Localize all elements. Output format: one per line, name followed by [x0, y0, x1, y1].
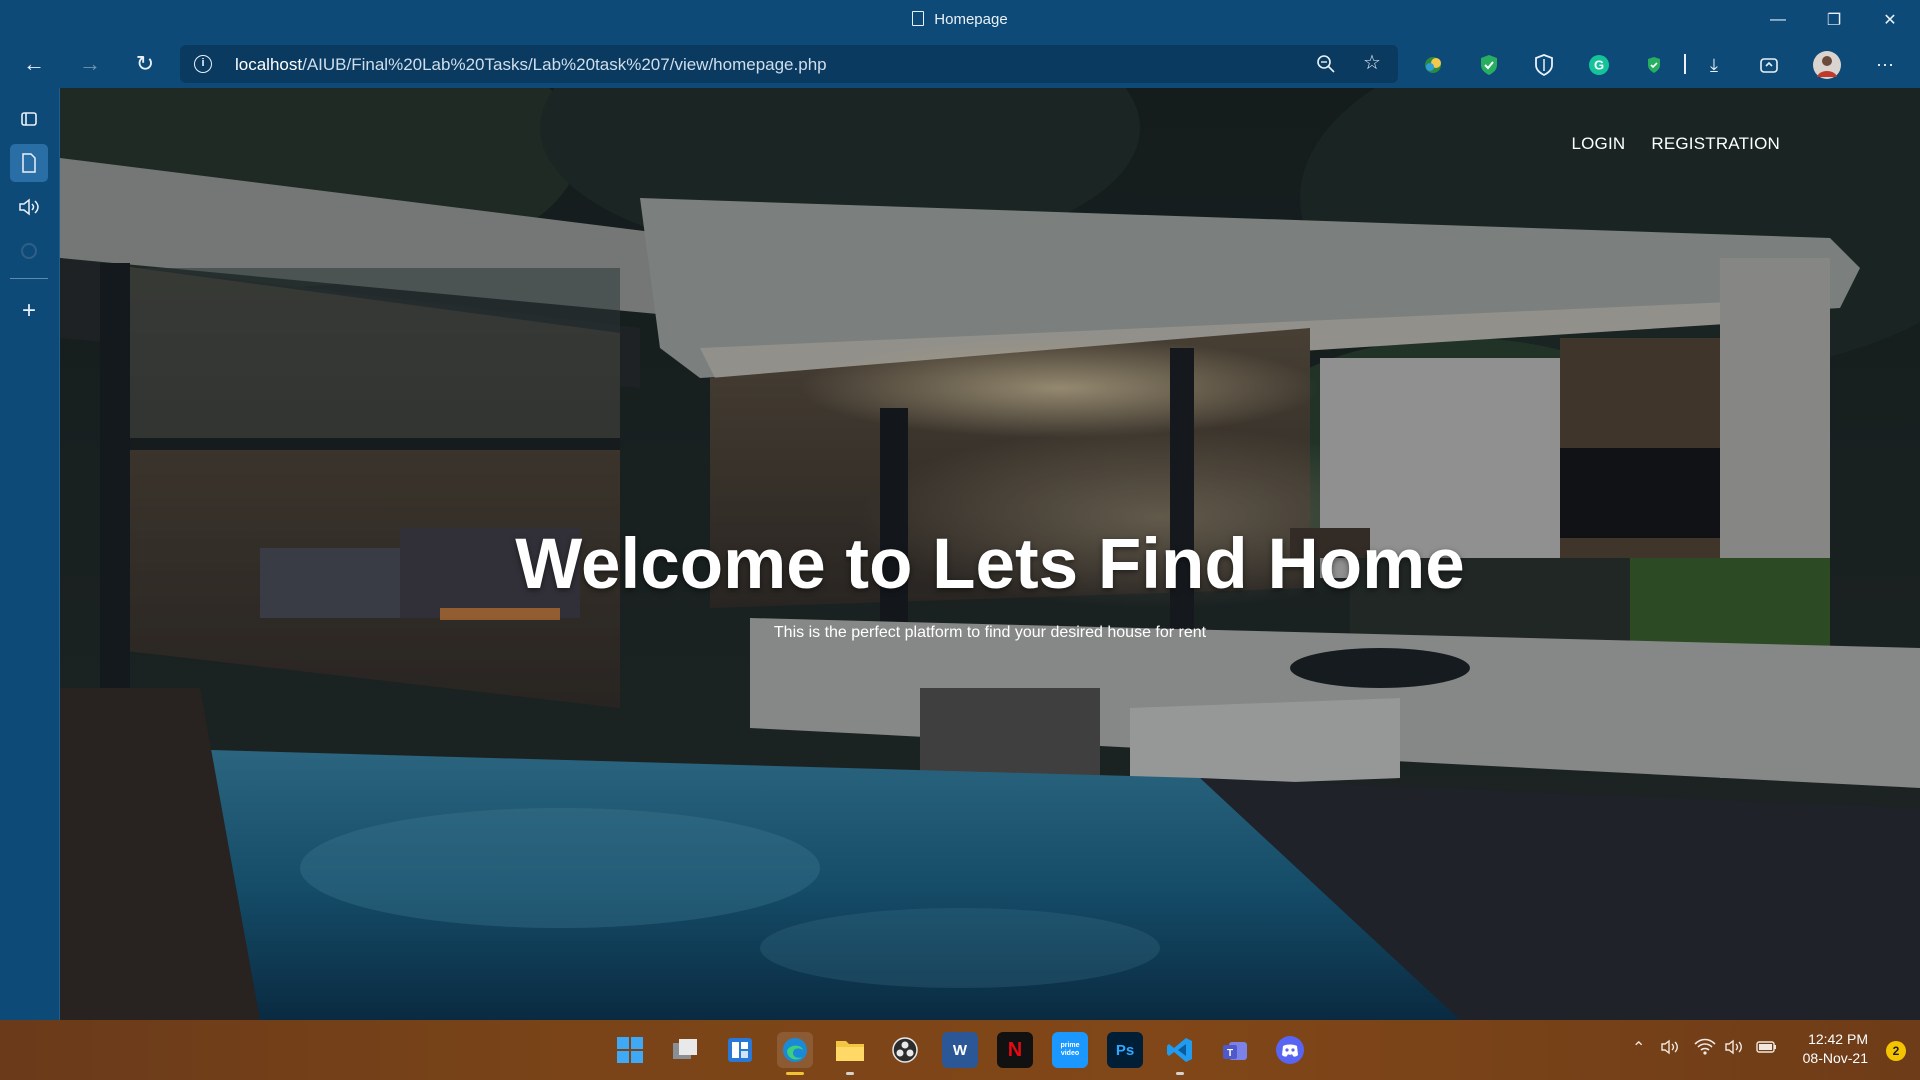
widgets-icon[interactable] [722, 1032, 758, 1068]
svg-text:G: G [1594, 58, 1604, 73]
restore-icon[interactable]: ❐ [1814, 4, 1854, 36]
performance-icon[interactable] [1756, 52, 1782, 78]
circle-icon[interactable] [10, 232, 48, 270]
downloads-icon[interactable]: ⤓ [1701, 52, 1727, 78]
add-icon[interactable]: + [10, 292, 48, 330]
word-icon[interactable]: W [942, 1032, 978, 1068]
toolbar-divider [1684, 54, 1686, 74]
extension-icon[interactable] [1420, 52, 1446, 78]
clock-time: 12:42 PM [1808, 1031, 1868, 1047]
refresh-icon[interactable]: ↻ [127, 48, 163, 80]
clock-date: 08-Nov-21 [1802, 1050, 1868, 1066]
profile-avatar-icon[interactable] [1812, 50, 1842, 80]
tab-actions-icon[interactable] [10, 100, 48, 138]
svg-text:T: T [1227, 1048, 1233, 1059]
url-text[interactable]: localhost/AIUB/Final%20Lab%20Tasks/Lab%2… [235, 55, 827, 75]
grammarly-icon[interactable]: G [1586, 52, 1612, 78]
read-aloud-icon[interactable] [10, 188, 48, 226]
shield-extension-icon[interactable] [1476, 52, 1502, 78]
close-icon[interactable]: ✕ [1870, 4, 1910, 36]
notification-badge[interactable]: 2 [1886, 1041, 1906, 1061]
wifi-icon[interactable] [1694, 1038, 1716, 1061]
edge-sidebar: + [0, 88, 60, 1020]
hero-headline: Welcome to Lets Find Home [515, 525, 1465, 604]
login-link[interactable]: LOGIN [1571, 134, 1625, 154]
collections-page-icon[interactable] [10, 144, 48, 182]
password-manager-icon[interactable] [1641, 52, 1667, 78]
address-bar[interactable]: i localhost/AIUB/Final%20Lab%20Tasks/Lab… [180, 45, 1398, 83]
add-favorite-icon[interactable]: ☆ [1360, 53, 1384, 75]
window-title: Homepage [0, 11, 1920, 28]
more-icon[interactable]: ⋯ [1872, 52, 1898, 78]
privacy-badger-icon[interactable] [1531, 52, 1557, 78]
task-view-icon[interactable] [667, 1032, 703, 1068]
start-icon[interactable] [612, 1032, 648, 1068]
file-explorer-icon[interactable] [832, 1032, 868, 1068]
edge-running-indicator [786, 1072, 804, 1075]
site-info-icon[interactable]: i [194, 55, 212, 73]
system-clock[interactable]: 12:42 PM 08-Nov-21 [1803, 1030, 1868, 1068]
volume-icon[interactable] [1724, 1038, 1746, 1061]
hero-subtitle: This is the perfect platform to find you… [773, 624, 1207, 641]
url-host: localhost [235, 55, 303, 74]
netflix-icon[interactable]: N [997, 1032, 1033, 1068]
forward-icon[interactable]: → [72, 48, 108, 80]
show-hidden-icons-icon[interactable]: ⌃ [1632, 1038, 1645, 1058]
vscode-running-indicator [1176, 1072, 1184, 1075]
site-nav: LOGIN REGISTRATION [1571, 134, 1780, 154]
windows-taskbar: W N prime video Ps T ⌃ 12:42 PM 08-Nov-2… [0, 1020, 1920, 1080]
obs-icon[interactable] [887, 1032, 923, 1068]
back-icon[interactable]: ← [16, 48, 52, 80]
url-path: /AIUB/Final%20Lab%20Tasks/Lab%20task%207… [302, 55, 827, 74]
browser-toolbar: ← → ↻ i localhost/AIUB/Final%20Lab%20Tas… [0, 40, 1920, 88]
zoom-icon[interactable] [1316, 54, 1336, 74]
discord-icon[interactable] [1272, 1032, 1308, 1068]
minimize-icon[interactable]: — [1758, 4, 1798, 36]
hero-section: LOGIN REGISTRATION Welcome to Lets Find … [60, 88, 1920, 1020]
registration-link[interactable]: REGISTRATION [1651, 134, 1780, 154]
title-bar: Homepage — ❐ ✕ [0, 0, 1920, 40]
prime-video-icon[interactable]: prime video [1052, 1032, 1088, 1068]
battery-icon[interactable] [1755, 1038, 1779, 1061]
teams-icon[interactable]: T [1217, 1032, 1253, 1068]
speaker-small-icon[interactable] [1660, 1038, 1680, 1061]
explorer-running-indicator [846, 1072, 854, 1075]
window-title-text: Homepage [934, 11, 1008, 28]
page-icon [912, 11, 925, 26]
sidebar-divider [10, 278, 48, 279]
edge-icon[interactable] [777, 1032, 813, 1068]
vscode-icon[interactable] [1162, 1032, 1198, 1068]
photoshop-icon[interactable]: Ps [1107, 1032, 1143, 1068]
